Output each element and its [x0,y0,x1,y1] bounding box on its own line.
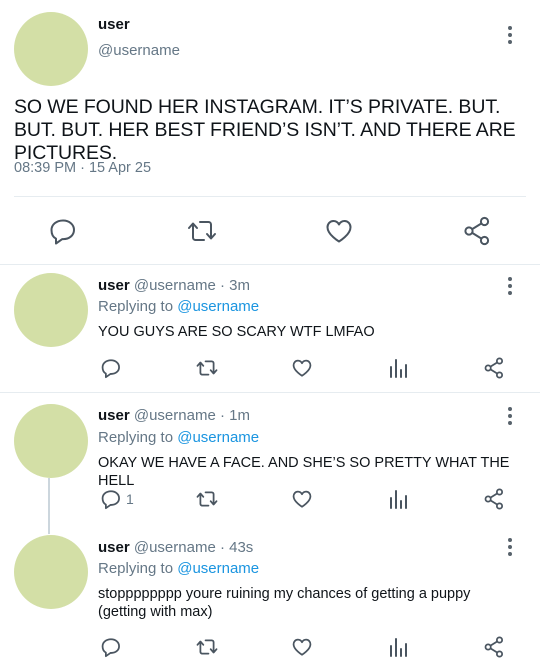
avatar[interactable] [14,12,88,86]
share-button[interactable] [483,487,505,511]
analytics-icon [390,490,407,509]
thread-line [48,478,50,534]
author-handle-time[interactable]: @username · 43s [134,539,253,556]
like-button[interactable] [291,357,313,379]
replying-to: Replying to @username [98,429,259,446]
retweet-icon [196,360,218,376]
replying-to-prefix: Replying to [98,298,178,315]
replying-to: Replying to @username [98,298,259,315]
retweet-icon [188,221,216,241]
share-button[interactable] [483,356,505,380]
reply-button[interactable] [100,636,122,658]
reply-button[interactable] [48,216,78,246]
tweet-timestamp: 08:39 PM · 15 Apr 25 [14,160,152,176]
tweet-actions [0,203,540,259]
reply-icon [101,638,120,658]
avatar[interactable] [14,535,88,609]
share-icon [484,357,504,379]
retweet-icon [196,639,218,655]
replying-to: Replying to @username [98,560,259,577]
author-handle[interactable]: @username [98,42,180,59]
analytics-icon [390,638,407,657]
author-name[interactable]: user [98,407,130,424]
like-icon [292,638,312,656]
tweet-text: YOU GUYS ARE SO SCARY WTF LMFAO [98,324,375,340]
share-button[interactable] [483,635,505,659]
reply-icon [50,219,75,245]
tweet-text: stopppppppp youre ruining my chances of … [98,586,471,620]
divider [14,196,526,197]
analytics-button[interactable] [388,636,410,658]
replying-to-link[interactable]: @username [177,298,259,315]
reply-icon [101,490,120,510]
retweet-button[interactable] [195,488,219,510]
share-icon [484,488,504,510]
retweet-button[interactable] [195,636,219,658]
share-icon [464,216,490,246]
retweet-button[interactable] [186,216,218,246]
divider [0,264,540,265]
share-button[interactable] [462,215,492,247]
avatar[interactable] [14,273,88,347]
retweet-icon [196,491,218,507]
divider [0,392,540,393]
replying-to-prefix: Replying to [98,429,178,446]
author-handle-time[interactable]: @username · 3m [134,277,250,294]
avatar[interactable] [14,404,88,478]
like-icon [292,359,312,377]
reply-button[interactable]: 1 [100,488,134,510]
more-icon[interactable] [500,23,520,47]
more-icon[interactable] [500,404,520,428]
author-name[interactable]: user [98,277,130,294]
like-button[interactable] [291,636,313,658]
analytics-button[interactable] [388,357,410,379]
author-handle-time[interactable]: @username · 1m [134,407,250,424]
retweet-button[interactable] [195,357,219,379]
replying-to-link[interactable]: @username [177,429,259,446]
like-icon [326,220,352,243]
author-name[interactable]: user [98,539,130,556]
tweet-text: OKAY WE HAVE A FACE. AND SHE’S SO PRETTY… [98,455,510,489]
author-name[interactable]: user [98,16,130,33]
analytics-button[interactable] [388,488,410,510]
reply-icon [101,359,120,379]
like-button[interactable] [291,488,313,510]
more-icon[interactable] [500,274,520,298]
like-button[interactable] [324,216,354,246]
replying-to-prefix: Replying to [98,560,178,577]
like-icon [292,490,312,508]
share-icon [484,636,504,658]
analytics-icon [390,359,407,378]
tweet-text: SO WE FOUND HER INSTAGRAM. IT’S PRIVATE.… [14,96,516,164]
replying-to-link[interactable]: @username [177,560,259,577]
more-icon[interactable] [500,535,520,559]
reply-button[interactable] [100,357,122,379]
reply-count: 1 [126,491,134,507]
